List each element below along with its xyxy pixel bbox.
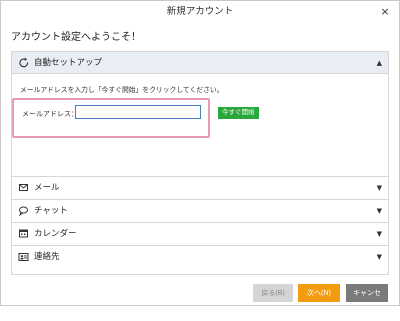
chevron-down-icon: ▼	[376, 207, 382, 215]
window-title: 新規アカウント	[166, 6, 234, 17]
refresh-icon	[18, 52, 30, 74]
auto-setup-description: メールアドレスを入力し「今すぐ開始」をクリックしてください。	[20, 86, 224, 94]
section-mail-label: メール	[34, 183, 60, 193]
section-calendar-label: カレンダー	[34, 229, 77, 239]
section-auto-setup-label: 自動セットアップ	[34, 58, 103, 68]
calendar-icon	[18, 223, 30, 245]
chevron-down-icon: ▼	[376, 230, 382, 238]
envelope-icon	[18, 177, 30, 199]
chevron-down-icon: ▼	[376, 184, 382, 192]
contact-card-icon	[18, 246, 30, 268]
section-chat[interactable]: チャット ▼	[12, 199, 388, 222]
email-label: メールアドレス：	[22, 110, 78, 118]
back-button[interactable]: 戻る(B)	[253, 284, 293, 302]
chat-icon	[18, 200, 30, 222]
start-now-button[interactable]: 今すぐ開始	[218, 107, 259, 119]
cancel-button[interactable]: キャンセル	[346, 284, 388, 315]
chevron-up-icon: ▲	[376, 59, 382, 67]
email-input[interactable]	[75, 105, 201, 119]
setup-panel: 自動セットアップ ▲ メールアドレスを入力し「今すぐ開始」をクリックしてください…	[11, 51, 389, 275]
new-account-window: 新規アカウント × アカウント設定へようこそ！ 自動セットアップ ▲ メールアド…	[0, 0, 400, 315]
section-contacts[interactable]: 連絡先 ▼	[12, 245, 388, 268]
section-auto-setup[interactable]: 自動セットアップ ▲	[12, 52, 388, 74]
close-icon[interactable]: ×	[379, 1, 391, 23]
section-contacts-label: 連絡先	[34, 252, 60, 262]
section-calendar[interactable]: カレンダー ▼	[12, 222, 388, 245]
section-mail[interactable]: メール ▼	[12, 176, 388, 199]
section-chat-label: チャット	[34, 206, 68, 216]
chevron-down-icon: ▼	[376, 253, 382, 261]
welcome-heading: アカウント設定へようこそ！	[11, 32, 141, 43]
next-button[interactable]: 次へ(N)	[298, 284, 340, 302]
